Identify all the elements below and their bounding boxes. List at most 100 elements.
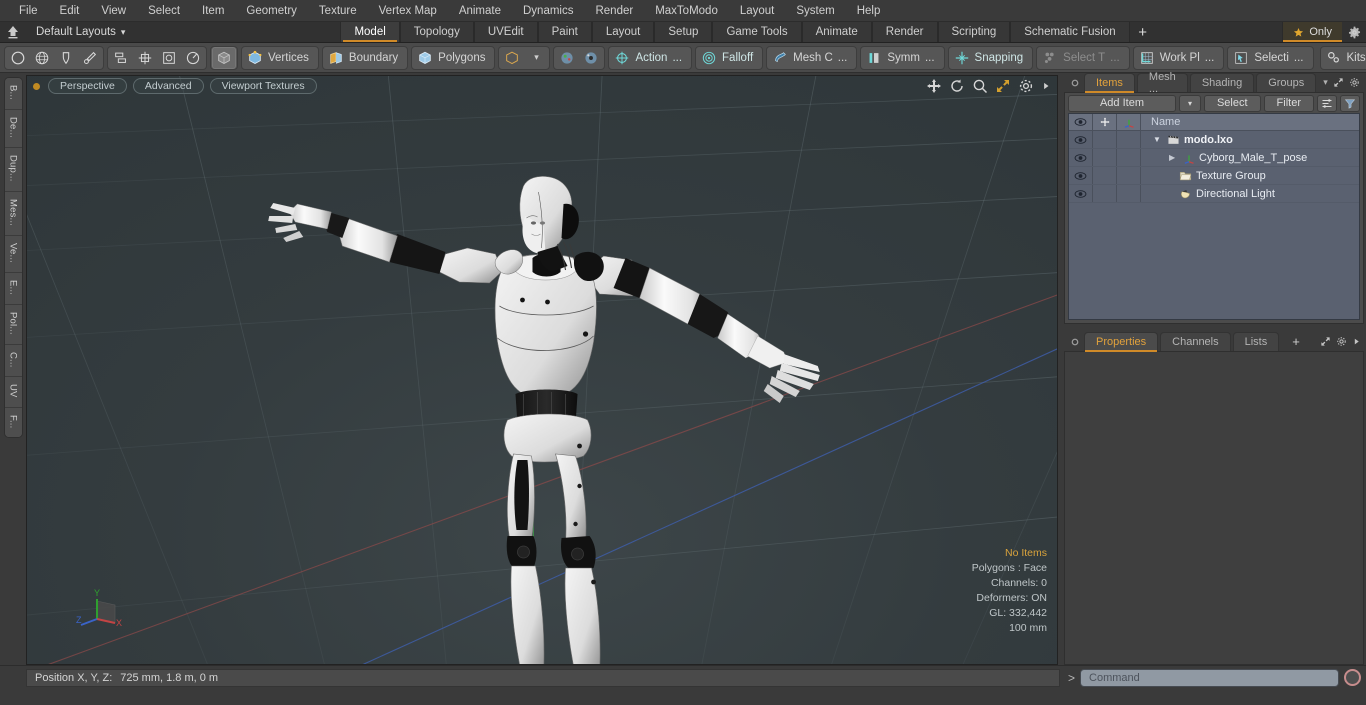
table-row[interactable]: Texture Group (1069, 167, 1359, 185)
vtab-deform[interactable]: De... (4, 110, 22, 149)
menu-item-geometry[interactable]: Geometry (235, 0, 308, 22)
sphere-blue-icon[interactable] (579, 47, 603, 69)
row-axis-cell[interactable] (1117, 149, 1141, 166)
row-lock-cell[interactable] (1093, 167, 1117, 184)
vtab-fusion[interactable]: F... (4, 407, 22, 438)
center-icon[interactable] (133, 47, 157, 69)
eye-icon[interactable] (1069, 149, 1093, 166)
add-properties-tab-button[interactable]: + (1281, 332, 1311, 351)
chevron-down-icon[interactable]: ▾ (524, 47, 548, 69)
table-row[interactable]: ▶ Cyborg_Male_T_pose (1069, 149, 1359, 167)
axis-gizmo[interactable]: Y X Z (75, 581, 129, 634)
vtab-vertex[interactable]: Ve... (4, 235, 22, 273)
rotate-icon[interactable] (949, 78, 965, 94)
menu-item-system[interactable]: System (785, 0, 845, 22)
vtab-mesh-edit[interactable]: Mes... (4, 191, 22, 236)
tab-layout[interactable]: Layout (591, 22, 655, 42)
items-tree-row-mesh[interactable]: ▶ Cyborg_Male_T_pose (1141, 152, 1359, 164)
viewport-dot-icon[interactable] (33, 82, 40, 90)
expander-triangle-icon[interactable]: ▼ (1151, 135, 1163, 144)
tab-topology[interactable]: Topology (399, 22, 474, 42)
selection-set-button[interactable]: Selecti ... (1227, 45, 1314, 70)
vtab-polygon[interactable]: Pol... (4, 304, 22, 345)
menu-item-maxtomodo[interactable]: MaxToModo (644, 0, 729, 22)
gear-icon[interactable] (1342, 22, 1366, 42)
cube-icon[interactable] (212, 46, 236, 69)
falloff-button[interactable]: Falloff (695, 45, 764, 70)
tab-setup[interactable]: Setup (654, 22, 713, 42)
brush-icon[interactable] (78, 47, 102, 69)
tab-scripting[interactable]: Scripting (937, 22, 1011, 42)
mesh-constraint-button[interactable]: Mesh C ... (766, 45, 858, 70)
tab-shading[interactable]: Shading (1189, 73, 1255, 92)
items-tree[interactable]: Name ▼ modo.lxo ▶ Cyborg_Male_T_pose Tex… (1068, 113, 1360, 320)
zoom-magnifier-icon[interactable] (972, 78, 988, 94)
row-axis-cell[interactable] (1117, 185, 1141, 202)
tab-items[interactable]: Items (1084, 73, 1135, 93)
kits-button[interactable]: Kits (1319, 45, 1366, 70)
viewport-perspective-dropdown[interactable]: Perspective (48, 78, 127, 94)
vtab-edge[interactable]: E... (4, 272, 22, 305)
select-through-button[interactable]: Select T ... (1036, 45, 1130, 70)
gear-icon[interactable] (1336, 336, 1347, 347)
symmetry-button[interactable]: Symm ... (860, 45, 945, 70)
command-input[interactable]: Command (1080, 668, 1339, 687)
menu-item-layout[interactable]: Layout (729, 0, 786, 22)
tab-mesh[interactable]: Mesh ... (1136, 71, 1188, 95)
tab-groups[interactable]: Groups (1256, 73, 1317, 92)
row-axis-cell[interactable] (1117, 131, 1141, 148)
bounds-icon[interactable] (157, 47, 181, 69)
mode-polygons-button[interactable]: Polygons (411, 45, 496, 70)
tab-render[interactable]: Render (871, 22, 938, 42)
tab-animate[interactable]: Animate (801, 22, 872, 42)
tab-uvedit[interactable]: UVEdit (473, 22, 538, 42)
tab-lists[interactable]: Lists (1232, 332, 1280, 351)
expand-icon[interactable] (1320, 336, 1331, 347)
eye-icon[interactable] (1069, 131, 1093, 148)
add-tab-button[interactable]: + (1130, 22, 1156, 42)
align-icon[interactable] (109, 47, 133, 69)
tab-model[interactable]: Model (340, 22, 400, 42)
filter-button[interactable]: Filter (1263, 94, 1314, 112)
play-caret-icon[interactable] (1352, 337, 1361, 346)
circle-icon[interactable] (6, 47, 30, 69)
default-layouts-dropdown[interactable]: Default Layouts ▾ (26, 22, 135, 42)
chevron-down-icon[interactable]: ▾ (1323, 77, 1328, 88)
tab-schematic-fusion[interactable]: Schematic Fusion (1010, 22, 1130, 42)
menu-item-dynamics[interactable]: Dynamics (512, 0, 584, 22)
tab-properties[interactable]: Properties (1084, 332, 1159, 352)
home-arrow-icon[interactable] (0, 22, 26, 42)
properties-panel-body[interactable] (1064, 351, 1364, 665)
pen-icon[interactable] (54, 47, 78, 69)
funnel-icon[interactable] (1340, 94, 1360, 112)
row-axis-cell[interactable] (1117, 167, 1141, 184)
cyborg-male-t-pose-model[interactable] (27, 76, 1057, 664)
menu-item-animate[interactable]: Animate (448, 0, 512, 22)
expand-icon[interactable] (1333, 77, 1344, 88)
menu-item-item[interactable]: Item (191, 0, 235, 22)
items-tree-row-directional-light[interactable]: Directional Light (1141, 188, 1359, 200)
menu-item-vertex-map[interactable]: Vertex Map (368, 0, 448, 22)
cube-icon[interactable] (500, 47, 524, 69)
move-icon[interactable] (926, 78, 942, 94)
work-plane-button[interactable]: Work Pl ... (1132, 45, 1225, 70)
mode-boundary-button[interactable]: Boundary (321, 45, 409, 70)
panel-corner-dot-icon[interactable] (1066, 332, 1084, 351)
menu-item-texture[interactable]: Texture (308, 0, 368, 22)
maximize-icon[interactable] (995, 78, 1011, 94)
vtab-uv[interactable]: UV (4, 377, 22, 408)
tab-game-tools[interactable]: Game Tools (712, 22, 802, 42)
tab-channels[interactable]: Channels (1160, 332, 1231, 351)
record-circle-icon[interactable] (1344, 669, 1361, 686)
select-button[interactable]: Select (1203, 94, 1261, 112)
row-lock-cell[interactable] (1093, 131, 1117, 148)
add-item-button[interactable]: Add Item (1068, 94, 1176, 112)
items-tree-row-texture-group[interactable]: Texture Group (1141, 170, 1359, 182)
vtab-duplicate[interactable]: Dup... (4, 148, 22, 192)
menu-item-select[interactable]: Select (137, 0, 191, 22)
items-tree-row-scene[interactable]: ▼ modo.lxo (1141, 134, 1359, 146)
table-row[interactable]: Directional Light (1069, 185, 1359, 203)
snapping-button[interactable]: Snapping (947, 45, 1034, 70)
play-caret-icon[interactable] (1041, 81, 1051, 91)
menu-item-edit[interactable]: Edit (49, 0, 91, 22)
